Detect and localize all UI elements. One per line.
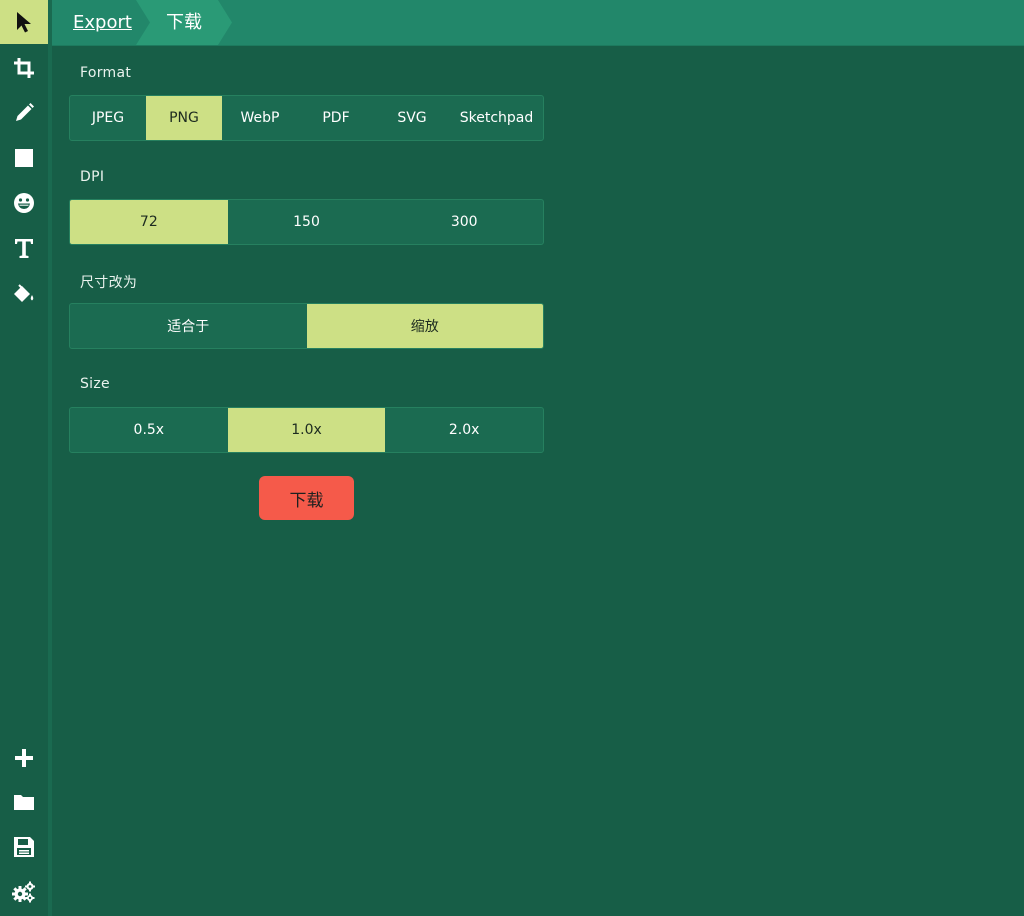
format-selector: JPEG PNG WebP PDF SVG Sketchpad (69, 95, 544, 141)
text-icon (15, 239, 33, 258)
settings-tool[interactable] (0, 870, 48, 914)
size-selector: 0.5x 1.0x 2.0x (69, 407, 544, 453)
dpi-option-72[interactable]: 72 (70, 200, 228, 244)
size-option-0.5x[interactable]: 0.5x (70, 408, 228, 452)
breadcrumb-current-label: 下载 (166, 12, 202, 33)
breadcrumb-export-link[interactable]: Export (73, 0, 132, 45)
plus-icon (15, 749, 33, 767)
rectangle-icon (15, 149, 33, 167)
save-icon (14, 837, 34, 857)
fill-tool[interactable] (0, 272, 48, 316)
dpi-label: DPI (80, 169, 105, 185)
folder-icon (14, 795, 34, 810)
resize-label: 尺寸改为 (80, 275, 138, 291)
breadcrumb: Export 下载 (52, 0, 1024, 46)
breadcrumb-current: 下载 (136, 0, 232, 45)
resize-mode-selector: 适合于 缩放 (69, 303, 544, 349)
emoji-icon (14, 193, 34, 213)
size-label: Size (80, 376, 110, 392)
pencil-tool[interactable] (0, 91, 48, 135)
tool-sidebar (0, 0, 52, 916)
open-tool[interactable] (0, 780, 48, 824)
rectangle-tool[interactable] (0, 136, 48, 180)
crop-tool[interactable] (0, 46, 48, 90)
size-option-1.0x[interactable]: 1.0x (227, 408, 386, 452)
paint-bucket-icon (14, 284, 34, 302)
dpi-option-150[interactable]: 150 (228, 200, 386, 244)
settings-icon (12, 881, 35, 903)
format-label: Format (80, 65, 132, 81)
resize-option-fit[interactable]: 适合于 (70, 304, 307, 348)
format-option-pdf[interactable]: PDF (298, 96, 374, 140)
text-tool[interactable] (0, 226, 48, 270)
format-option-png[interactable]: PNG (146, 96, 222, 140)
pointer-icon (17, 12, 31, 33)
format-option-webp[interactable]: WebP (222, 96, 298, 140)
new-tool[interactable] (0, 736, 48, 780)
emoji-tool[interactable] (0, 181, 48, 225)
dpi-selector: 72 150 300 (69, 199, 544, 245)
format-option-sketchpad[interactable]: Sketchpad (450, 96, 543, 140)
dpi-option-300[interactable]: 300 (385, 200, 543, 244)
pointer-tool[interactable] (0, 0, 48, 44)
download-button[interactable]: 下载 (259, 476, 354, 520)
resize-option-scale[interactable]: 缩放 (306, 304, 543, 348)
format-option-svg[interactable]: SVG (374, 96, 450, 140)
size-option-2.0x[interactable]: 2.0x (385, 408, 543, 452)
save-tool[interactable] (0, 825, 48, 869)
format-option-jpeg[interactable]: JPEG (70, 96, 146, 140)
crop-icon (14, 58, 34, 78)
pencil-icon (16, 103, 34, 121)
